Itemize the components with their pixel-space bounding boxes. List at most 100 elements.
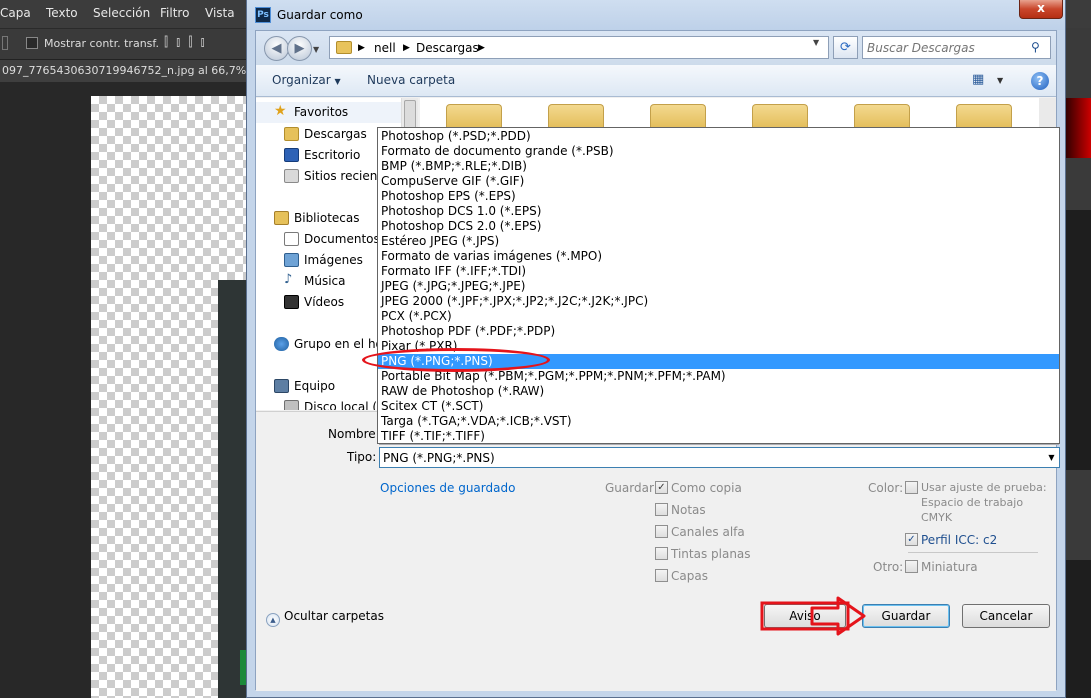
search-icon[interactable]: ⚲	[1031, 40, 1040, 54]
file-type-option[interactable]: Photoshop DCS 2.0 (*.EPS)	[378, 219, 1059, 234]
chevron-up-icon: ▲	[266, 613, 280, 627]
address-dropdown-icon[interactable]: ▼	[813, 38, 819, 47]
icc-profile-label: Perfil ICC: c2	[921, 533, 998, 547]
view-options-icon[interactable]: ▦	[972, 72, 990, 90]
videos-icon	[284, 295, 299, 309]
file-type-option[interactable]: Formato de documento grande (*.PSB)	[378, 144, 1059, 159]
hide-folders-button[interactable]: ▲ Ocultar carpetas	[266, 609, 384, 627]
separator	[908, 552, 1038, 553]
notes-checkbox[interactable]	[655, 503, 668, 516]
star-icon: ★	[274, 103, 287, 119]
music-icon: ♪	[284, 272, 293, 287]
file-type-option[interactable]: RAW de Photoshop (*.RAW)	[378, 384, 1059, 399]
align-icons[interactable]: ⫿⫾⫿⫾	[164, 35, 213, 50]
file-type-option[interactable]: JPEG 2000 (*.JPF;*.JPX;*.JP2;*.J2C;*.J2K…	[378, 294, 1059, 309]
breadcrumb-chevron-icon[interactable]: ▶	[358, 43, 365, 53]
file-type-option[interactable]: Scitex CT (*.SCT)	[378, 399, 1059, 414]
breadcrumb-descargas[interactable]: Descargas	[416, 41, 479, 55]
file-type-option[interactable]: Estéreo JPEG (*.JPS)	[378, 234, 1059, 249]
downloads-folder-icon	[284, 127, 299, 141]
file-type-dropdown-list[interactable]: Photoshop (*.PSD;*.PDD) Formato de docume…	[377, 127, 1060, 444]
nav-label: Imágenes	[304, 253, 363, 267]
address-bar[interactable]: ▶ nell ▶ Descargas ▶	[329, 36, 829, 59]
type-label: Tipo:	[347, 450, 377, 464]
search-box[interactable]: ⚲	[862, 36, 1051, 59]
dialog-toolbar: Organizar ▼ Nueva carpeta ▦ ▼ ?	[256, 65, 1056, 97]
file-type-option[interactable]: Photoshop (*.PSD;*.PDD)	[378, 129, 1059, 144]
back-arrow-icon[interactable]: ◀	[264, 36, 289, 61]
save-label: Guardar:	[605, 481, 658, 495]
organize-label: Organizar	[272, 73, 331, 87]
breadcrumb-nell[interactable]: nell	[374, 41, 396, 55]
chevron-down-icon: ▼	[334, 77, 341, 86]
menu-filtro[interactable]: Filtro	[160, 6, 189, 20]
dialog-title: Guardar como	[277, 8, 363, 22]
right-panel-dark	[1066, 210, 1091, 470]
file-type-option[interactable]: PCX (*.PCX)	[378, 309, 1059, 324]
warning-button[interactable]: Aviso	[764, 604, 846, 628]
color-label: Color:	[868, 481, 904, 495]
document-tab[interactable]: 097_7765430630719946752_n.jpg al 66,7% (…	[0, 60, 250, 82]
documents-icon	[284, 232, 299, 246]
close-button[interactable]: x	[1019, 0, 1063, 19]
save-button[interactable]: Guardar	[862, 604, 950, 628]
show-transform-checkbox[interactable]	[26, 37, 38, 49]
right-panel-dark-bottom	[1066, 560, 1091, 698]
drive-icon	[284, 400, 299, 410]
menu-vista[interactable]: Vista	[205, 6, 235, 20]
homegroup-icon	[274, 337, 289, 351]
other-label: Otro:	[873, 560, 904, 574]
spot-colors-checkbox[interactable]	[655, 547, 668, 560]
file-type-option[interactable]: Formato de varias imágenes (*.MPO)	[378, 249, 1059, 264]
nav-label: Favoritos	[294, 105, 349, 119]
file-type-option[interactable]: JPEG (*.JPG;*.JPEG;*.JPE)	[378, 279, 1059, 294]
layers-label: Capas	[671, 569, 708, 583]
thumbnail-label: Miniatura	[921, 560, 978, 574]
refresh-icon[interactable]: ⟳	[833, 36, 858, 59]
dialog-titlebar[interactable]: Ps Guardar como x	[247, 0, 1065, 30]
file-type-option[interactable]: Formato IFF (*.IFF;*.TDI)	[378, 264, 1059, 279]
menu-texto[interactable]: Texto	[46, 6, 78, 20]
file-type-option[interactable]: TIFF (*.TIF;*.TIFF)	[378, 429, 1059, 443]
forward-arrow-icon[interactable]: ▶	[287, 36, 312, 61]
breadcrumb-chevron-icon[interactable]: ▶	[403, 43, 410, 53]
save-as-copy-checkbox[interactable]: ✓	[655, 481, 668, 494]
file-type-option[interactable]: Photoshop PDF (*.PDF;*.PDP)	[378, 324, 1059, 339]
file-type-option[interactable]: CompuServe GIF (*.GIF)	[378, 174, 1059, 189]
file-type-option[interactable]: Photoshop DCS 1.0 (*.EPS)	[378, 204, 1059, 219]
menu-capa[interactable]: Capa	[0, 6, 31, 20]
name-label: Nombre:	[328, 427, 380, 441]
save-as-copy-label: Como copia	[671, 481, 742, 495]
file-type-value: PNG (*.PNG;*.PNS)	[383, 451, 495, 465]
desktop-icon	[284, 148, 299, 162]
save-form: Nombre: Tipo: PNG (*.PNG;*.PNS) ▼ Opcion…	[256, 411, 1060, 691]
icc-profile-checkbox[interactable]: ✓	[905, 533, 918, 546]
folder-icon	[336, 41, 352, 54]
file-type-option[interactable]: Targa (*.TGA;*.VDA;*.ICB;*.VST)	[378, 414, 1059, 429]
alpha-channels-checkbox[interactable]	[655, 525, 668, 538]
recent-pages-dropdown-icon[interactable]: ▼	[313, 45, 319, 54]
computer-icon	[274, 379, 289, 393]
new-folder-button[interactable]: Nueva carpeta	[367, 73, 455, 87]
save-options-link[interactable]: Opciones de guardado	[380, 481, 515, 495]
thumbnail-checkbox[interactable]	[905, 560, 918, 573]
nav-label: Escritorio	[304, 148, 361, 162]
option-bar-handle	[2, 36, 8, 50]
cancel-button[interactable]: Cancelar	[962, 604, 1050, 628]
layers-checkbox[interactable]	[655, 569, 668, 582]
proof-setup-label: Usar ajuste de prueba:	[921, 481, 1047, 494]
search-input[interactable]	[867, 39, 1027, 56]
nav-item-favoritos[interactable]: ★ Favoritos	[256, 102, 406, 123]
help-icon[interactable]: ?	[1031, 72, 1049, 90]
chevron-down-icon[interactable]: ▼	[1044, 448, 1059, 467]
file-type-option[interactable]: Photoshop EPS (*.EPS)	[378, 189, 1059, 204]
breadcrumb-chevron-icon[interactable]: ▶	[478, 43, 485, 53]
file-type-select[interactable]: PNG (*.PNG;*.PNS) ▼	[379, 447, 1060, 468]
organize-button[interactable]: Organizar ▼	[272, 73, 341, 87]
nav-label: Música	[304, 274, 346, 288]
images-icon	[284, 253, 299, 267]
file-type-option[interactable]: BMP (*.BMP;*.RLE;*.DIB)	[378, 159, 1059, 174]
proof-setup-checkbox[interactable]	[905, 481, 918, 494]
menu-seleccion[interactable]: Selección	[93, 6, 150, 20]
view-dropdown-icon[interactable]: ▼	[997, 76, 1003, 85]
